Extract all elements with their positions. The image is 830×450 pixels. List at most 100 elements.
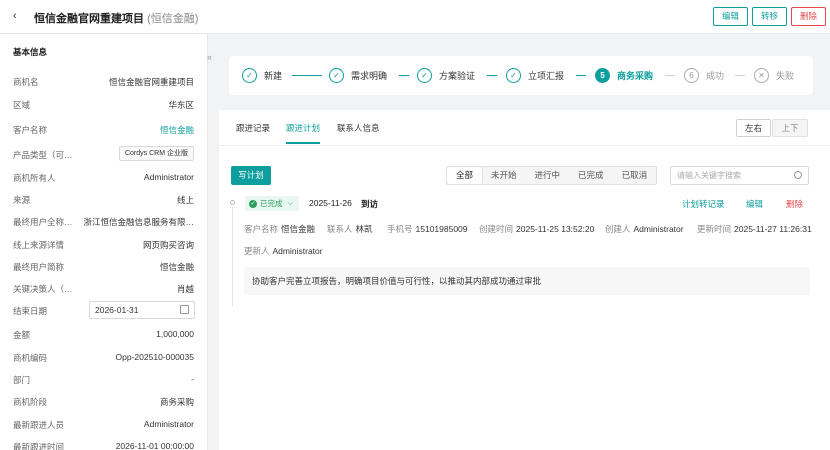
meta-label: 更新人 (244, 246, 270, 256)
delete-plan-link[interactable]: 删除 (786, 198, 803, 210)
tab-follow-plans[interactable]: 跟进计划 (286, 122, 321, 144)
plan-date: 2025-11-26 (309, 198, 352, 208)
field-label: 结束日期 (13, 306, 48, 316)
product-tag: Cordys CRM 企业版 (118, 146, 194, 161)
field-label: 部门 (13, 375, 31, 385)
field-value: Administrator (143, 419, 194, 429)
field-row: 最终用户简称 恒信金融 (0, 257, 207, 277)
field-value: 线上 (176, 195, 194, 205)
field-label: 金额 (13, 330, 31, 340)
field-value: 恒信金融官网重建项目 (108, 77, 194, 87)
calendar-icon[interactable] (180, 305, 189, 314)
end-date-input[interactable]: 2026-01-31 (89, 301, 195, 319)
field-row: 金额 1,000,000 (0, 325, 207, 345)
step-connector (735, 75, 745, 76)
status-badge[interactable]: ✓ 已完成 ⌵ (245, 196, 299, 211)
step-connector (665, 75, 675, 76)
field-label: 最新跟进时间 (13, 442, 65, 450)
step-label: 失败 (776, 70, 795, 81)
convert-to-record-link[interactable]: 计划转记录 (682, 198, 725, 210)
step-connector (576, 75, 586, 76)
field-row: 结束日期 2026-01-31 (0, 301, 207, 321)
edit-plan-link[interactable]: 编辑 (746, 198, 763, 210)
transfer-button[interactable]: 转移 (752, 7, 788, 26)
opportunity-name: 恒信金融官网重建项目 (34, 13, 144, 25)
meta-label: 客户名称 (244, 224, 279, 234)
filter-completed[interactable]: 已完成 (569, 167, 613, 184)
meta-created: 创建时间 2025-11-25 13:52:20 (479, 223, 594, 235)
layout-left-right[interactable]: 左右 (736, 119, 771, 137)
field-label: 商机所有人 (13, 173, 56, 183)
step-procurement[interactable]: 5 商务采购 (595, 67, 653, 83)
meta-phone: 手机号 15101985009 (387, 223, 468, 235)
step-report[interactable]: ✓ 立项汇报 (506, 67, 564, 83)
step-label: 方案验证 (439, 70, 476, 81)
write-plan-button[interactable]: 写计划 (231, 166, 271, 185)
filter-not-started[interactable]: 未开始 (482, 167, 526, 184)
step-success[interactable]: 6 成功 (684, 67, 724, 83)
check-icon: ✓ (506, 67, 521, 83)
check-icon: ✓ (329, 67, 344, 83)
search-input[interactable]: 请输入关键字搜索 (670, 166, 809, 185)
layout-top-bottom[interactable]: 上下 (772, 119, 808, 137)
field-value: 1,000,000 (156, 329, 194, 339)
step-label: 商务采购 (617, 70, 654, 81)
status-label: 已完成 (260, 199, 283, 208)
field-row: 线上来源详情 网页购买咨询 (0, 235, 207, 255)
step-number: 6 (684, 67, 699, 83)
field-label: 商机阶段 (13, 397, 48, 407)
field-label: 商机编码 (13, 353, 48, 363)
step-label: 新建 (264, 70, 283, 81)
step-connector (292, 75, 322, 76)
step-fail[interactable]: ✕ 失败 (754, 67, 794, 83)
field-row: 商机名 恒信金融官网重建项目 (0, 72, 207, 92)
page-header: ‹ 恒信金融官网重建项目 (恒信金融) 编辑 转移 删除 (0, 0, 830, 34)
field-label: 客户名称 (13, 125, 48, 135)
meta-updater: 更新人 Administrator (244, 245, 323, 257)
collapse-panel-icon[interactable]: « (207, 52, 212, 62)
edit-button[interactable]: 编辑 (713, 7, 749, 26)
search-icon[interactable] (794, 171, 802, 179)
meta-value: Administrator (272, 246, 323, 256)
field-row: 商机编码 Opp-202510-000035 (0, 348, 207, 368)
tab-follow-records[interactable]: 跟进记录 (236, 122, 270, 134)
filter-cancelled[interactable]: 已取消 (613, 167, 657, 184)
close-icon: ✕ (754, 67, 769, 83)
field-row: 商机阶段 商务采购 (0, 392, 207, 412)
meta-updated: 更新时间 2025-11-27 11:26:31 (697, 223, 812, 235)
step-connector (399, 75, 409, 76)
field-label: 商机名 (13, 77, 39, 87)
meta-label: 创建人 (605, 224, 631, 234)
meta-value: 2025-11-27 11:26:31 (734, 224, 812, 234)
filter-all[interactable]: 全部 (447, 167, 483, 184)
field-value: Administrator (143, 172, 194, 182)
field-row: 来源 线上 (0, 190, 207, 210)
step-label: 需求明确 (351, 70, 388, 81)
field-value: 恒信金融 (159, 262, 194, 272)
customer-link[interactable]: 恒信金融 (160, 124, 194, 136)
field-value: 肖越 (176, 284, 194, 294)
filter-in-progress[interactable]: 进行中 (526, 167, 570, 184)
tab-contacts[interactable]: 联系人信息 (337, 122, 380, 134)
timeline-line (232, 207, 233, 307)
page-title: 恒信金融官网重建项目 (恒信金融) (34, 10, 198, 26)
step-requirement[interactable]: ✓ 需求明确 (329, 67, 387, 83)
meta-value: 恒信金融 (281, 224, 316, 234)
main-content: 跟进记录 跟进计划 联系人信息 左右 上下 写计划 全部 未开始 进行中 已完成… (219, 110, 830, 450)
tab-bar: 跟进记录 跟进计划 联系人信息 左右 上下 (219, 110, 830, 146)
field-value: 网页购买咨询 (142, 240, 194, 250)
field-row: 部门 - (0, 370, 207, 390)
field-label: 区域 (13, 100, 31, 110)
meta-value: 林凯 (355, 224, 373, 234)
plan-content: 协助客户完善立项报告，明确项目价值与可行性，以推动其内部成功通过审批 (244, 267, 810, 295)
field-row: 产品类型（可… Cordys CRM 企业版 (0, 145, 207, 165)
field-label: 产品类型（可… (13, 150, 73, 160)
field-label: 线上来源详情 (13, 240, 65, 250)
step-new[interactable]: ✓ 新建 (242, 67, 282, 83)
delete-button[interactable]: 删除 (791, 7, 827, 26)
chevron-left-icon[interactable]: ‹ (13, 10, 17, 22)
step-verification[interactable]: ✓ 方案验证 (417, 67, 475, 83)
meta-label: 手机号 (387, 224, 413, 234)
field-row: 最新跟进时间 2026-11-01 00:00:00 (0, 437, 207, 450)
step-number: 5 (595, 67, 610, 83)
